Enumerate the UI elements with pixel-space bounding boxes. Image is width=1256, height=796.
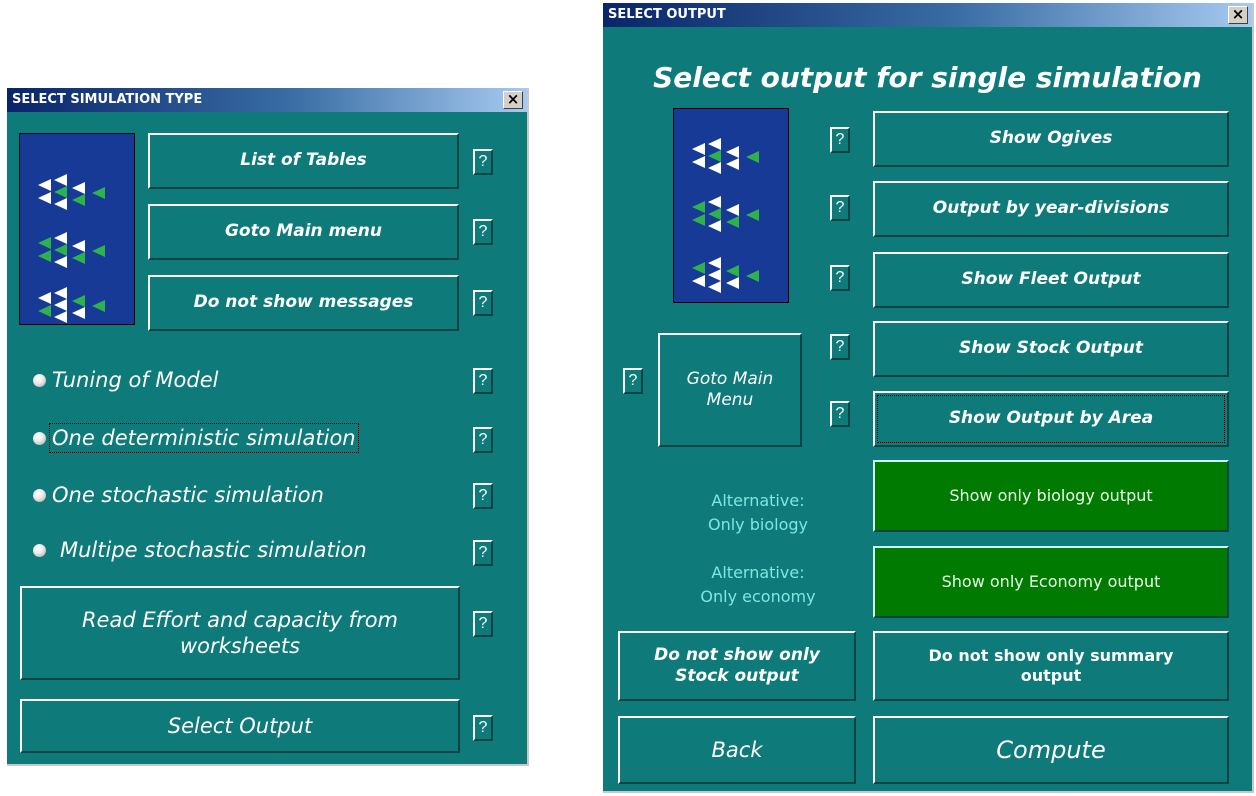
help-button[interactable]: ? [473, 219, 493, 245]
show-stock-output-button[interactable]: Show Stock Output [873, 321, 1229, 377]
alternative-economy-label: Alternative: Only economy [673, 561, 843, 609]
goto-main-menu-button[interactable]: Goto Main Menu [658, 333, 802, 447]
help-button[interactable]: ? [473, 290, 493, 316]
help-button[interactable]: ? [830, 127, 850, 153]
help-button[interactable]: ? [830, 334, 850, 360]
show-only-economy-output-button[interactable]: Show only Economy output [873, 546, 1229, 618]
radio-one-deterministic-simulation[interactable]: One deterministic simulation [33, 423, 359, 453]
back-button[interactable]: Back [618, 716, 856, 784]
help-button[interactable]: ? [830, 195, 850, 221]
help-button[interactable]: ? [473, 483, 493, 509]
radio-tuning-of-model[interactable]: Tuning of Model [33, 365, 218, 395]
alt-label-line: Only biology [708, 515, 808, 534]
close-icon[interactable]: × [503, 91, 523, 109]
help-button[interactable]: ? [830, 265, 850, 291]
do-not-show-only-stock-output-button[interactable]: Do not show only Stock output [618, 631, 856, 701]
alternative-biology-label: Alternative: Only biology [673, 489, 843, 537]
help-button[interactable]: ? [473, 715, 493, 741]
select-output-dialog: SELECT OUTPUT × Select output for single… [603, 3, 1254, 793]
help-button[interactable]: ? [473, 427, 493, 453]
help-button[interactable]: ? [473, 368, 493, 394]
read-effort-capacity-button[interactable]: Read Effort and capacity from worksheets [20, 586, 460, 680]
help-button[interactable]: ? [623, 368, 643, 394]
radio-button-icon[interactable] [33, 373, 46, 387]
help-button[interactable]: ? [473, 611, 493, 637]
radio-multiple-stochastic-simulation[interactable]: Multipe stochastic simulation [33, 535, 367, 565]
goto-main-menu-button[interactable]: Goto Main menu [148, 204, 459, 260]
dialog-title: SELECT OUTPUT [603, 3, 1252, 27]
dialog-title: SELECT SIMULATION TYPE [7, 88, 527, 112]
close-icon[interactable]: × [1228, 6, 1248, 24]
alt-label-line: Only economy [700, 587, 816, 606]
output-by-year-divisions-button[interactable]: Output by year-divisions [873, 181, 1229, 237]
compute-button[interactable]: Compute [873, 716, 1229, 784]
radio-label: One stochastic simulation [52, 483, 324, 507]
help-button[interactable]: ? [473, 540, 493, 566]
radio-button-icon[interactable] [33, 431, 46, 445]
show-fleet-output-button[interactable]: Show Fleet Output [873, 252, 1229, 308]
alt-label-line: Alternative: [711, 563, 805, 582]
do-not-show-messages-button[interactable]: Do not show messages [148, 275, 459, 331]
radio-button-icon[interactable] [33, 488, 46, 502]
alt-label-line: Alternative: [711, 491, 805, 510]
radio-label: Multipe stochastic simulation [60, 538, 367, 562]
select-output-button[interactable]: Select Output [20, 699, 460, 753]
select-simulation-type-dialog: SELECT SIMULATION TYPE × List of Tables … [7, 88, 529, 766]
app-logo [673, 108, 789, 303]
radio-label: Tuning of Model [52, 368, 219, 392]
radio-button-icon[interactable] [33, 543, 46, 557]
dialog-heading: Select output for single simulation [653, 61, 1202, 94]
radio-one-stochastic-simulation[interactable]: One stochastic simulation [33, 480, 324, 510]
show-output-by-area-button[interactable]: Show Output by Area [873, 391, 1229, 447]
list-of-tables-button[interactable]: List of Tables [148, 133, 459, 189]
help-button[interactable]: ? [473, 149, 493, 175]
show-ogives-button[interactable]: Show Ogives [873, 111, 1229, 167]
help-button[interactable]: ? [830, 401, 850, 427]
do-not-show-only-summary-output-button[interactable]: Do not show only summary output [873, 631, 1229, 701]
radio-label: One deterministic simulation [49, 423, 359, 453]
app-logo [19, 133, 135, 325]
show-only-biology-output-button[interactable]: Show only biology output [873, 460, 1229, 532]
